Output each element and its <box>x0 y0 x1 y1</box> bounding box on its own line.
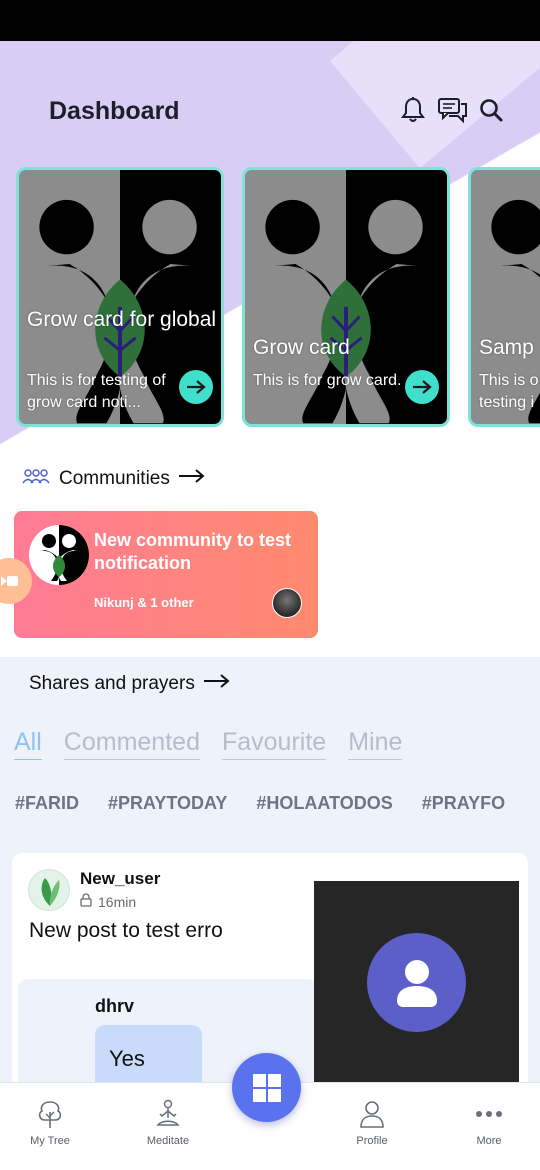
post-meta: 16min <box>80 893 136 910</box>
hashtag-list: #FARID #PRAYTODAY #HOLAATODOS #PRAYFO <box>15 793 505 814</box>
hashtag[interactable]: #PRAYFO <box>422 793 505 814</box>
page-title: Dashboard <box>49 97 180 125</box>
home-grid-button[interactable] <box>232 1053 301 1122</box>
tab-favourite[interactable]: Favourite <box>221 728 327 760</box>
arrow-right-icon[interactable] <box>179 370 213 404</box>
community-name: New community to test notification <box>94 530 292 569</box>
hashtag[interactable]: #FARID <box>15 793 79 814</box>
video-call-tile[interactable] <box>314 881 519 1086</box>
profile-icon <box>355 1097 389 1131</box>
grow-card-description: This is for grow card. <box>253 372 402 389</box>
shares-heading: Shares and prayers <box>29 673 195 694</box>
grow-card-title: Samp <box>479 336 534 359</box>
grow-card[interactable]: Samp This is o testing i <box>468 167 540 427</box>
nav-my-tree[interactable]: My Tree <box>10 1097 90 1147</box>
nav-label: More <box>476 1135 502 1147</box>
communities-heading: Communities <box>59 468 170 489</box>
post-text: New post to test erro <box>29 919 223 942</box>
post-username[interactable]: New_user <box>80 869 160 889</box>
tree-icon <box>33 1097 67 1131</box>
video-avatar <box>367 933 466 1032</box>
meditate-icon <box>151 1097 185 1131</box>
tab-mine[interactable]: Mine <box>348 728 403 760</box>
status-bar <box>0 0 540 41</box>
member-avatar <box>272 588 302 618</box>
grow-card-description: This is for testing of grow card noti... <box>27 372 166 411</box>
more-dots-icon <box>472 1097 506 1131</box>
search-icon[interactable] <box>474 93 508 127</box>
bell-icon[interactable] <box>396 93 430 127</box>
community-logo <box>29 525 89 585</box>
nav-meditate[interactable]: Meditate <box>128 1097 208 1147</box>
community-members: Nikunj & 1 other <box>94 595 194 610</box>
user-avatar[interactable] <box>28 869 70 911</box>
grow-cards-carousel[interactable]: Grow card for global This is for testing… <box>0 165 540 430</box>
grow-card-title: Grow card <box>253 336 350 359</box>
nav-label: Meditate <box>146 1135 190 1147</box>
quoted-username: dhrv <box>95 996 135 1016</box>
hashtag[interactable]: #PRAYTODAY <box>108 793 227 814</box>
nav-more[interactable]: More <box>449 1097 529 1147</box>
post-time: 16min <box>98 893 137 910</box>
filter-tabs: All Commented Favourite Mine <box>14 728 403 760</box>
shares-link[interactable]: Shares and prayers <box>29 673 231 695</box>
arrow-right-icon <box>203 673 231 695</box>
grow-card[interactable]: Grow card This is for grow card. <box>242 167 450 427</box>
app-header: Dashboard <box>0 41 540 181</box>
person-icon <box>396 959 437 1007</box>
communities-link[interactable]: Communities <box>21 467 206 491</box>
tab-all[interactable]: All <box>14 728 42 760</box>
people-icon <box>21 467 51 491</box>
grow-card-description: This is o testing i <box>479 372 539 411</box>
hashtag[interactable]: #HOLAATODOS <box>256 793 392 814</box>
nav-label: Profile <box>356 1135 388 1147</box>
chat-icon[interactable] <box>436 93 470 127</box>
community-card[interactable]: New community to test notification Nikun… <box>14 511 318 638</box>
lock-icon <box>80 893 92 910</box>
nav-profile[interactable]: Profile <box>332 1097 412 1147</box>
nav-label: My Tree <box>30 1135 70 1147</box>
grow-card[interactable]: Grow card for global This is for testing… <box>16 167 224 427</box>
grid-icon <box>252 1073 281 1102</box>
arrow-right-icon <box>178 468 206 490</box>
grow-card-title: Grow card for global <box>27 308 217 331</box>
quoted-text: Yes <box>109 1046 145 1071</box>
arrow-right-icon[interactable] <box>405 370 439 404</box>
tab-commented[interactable]: Commented <box>63 728 200 760</box>
